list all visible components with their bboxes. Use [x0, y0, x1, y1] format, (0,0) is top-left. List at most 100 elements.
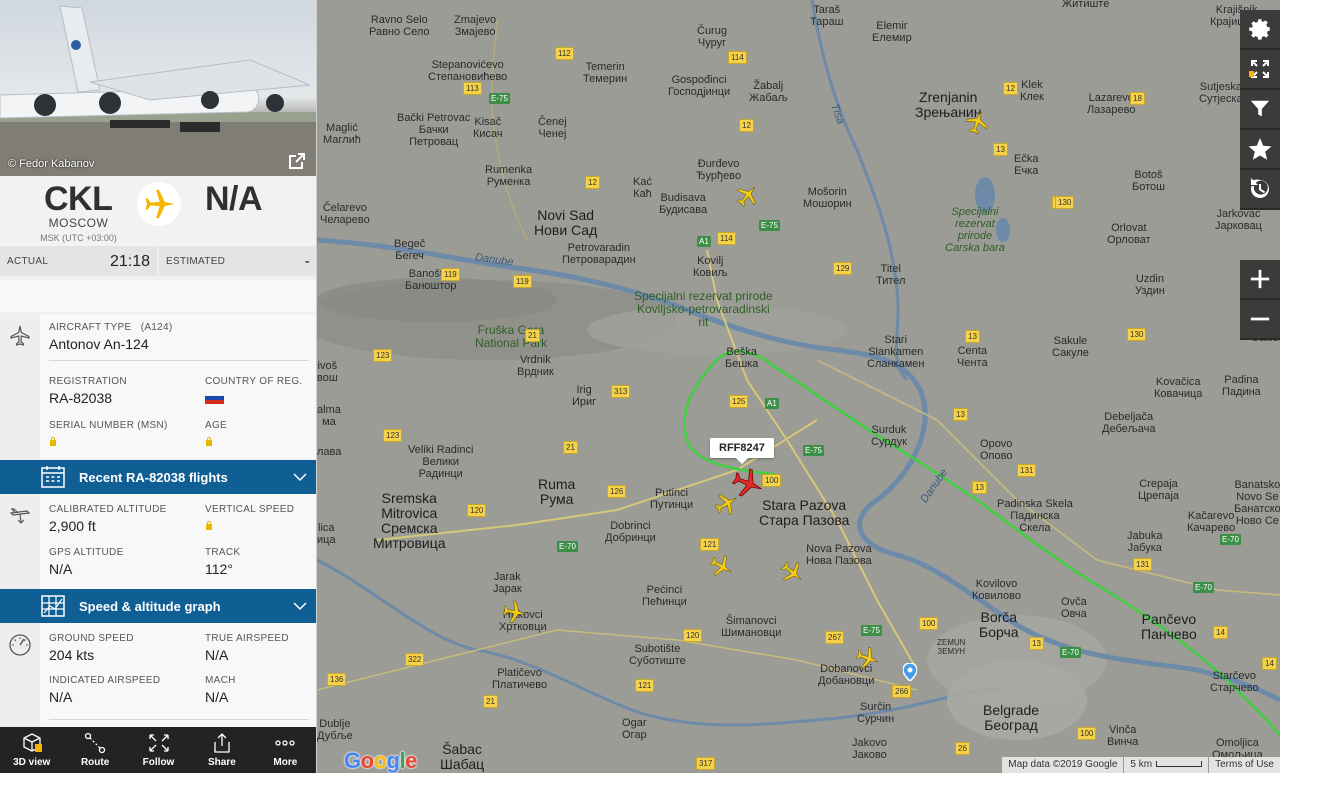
estimated-time-cell: ESTIMATED - — [159, 246, 316, 276]
chevron-down-icon — [293, 473, 307, 482]
place-label: Ogar Огар — [622, 717, 647, 741]
more-label: More — [273, 757, 298, 768]
lock-icon[interactable] — [205, 436, 213, 446]
share-button[interactable]: Share — [190, 727, 253, 773]
serial-field: SERIAL NUMBER (MSN) — [49, 420, 168, 451]
calibrated-altitude-field: CALIBRATED ALTITUDE 2,900 ft — [49, 504, 167, 534]
place-label: Čelarevo Челарево — [320, 202, 370, 226]
road-shield: 120 — [467, 504, 487, 517]
follow-icon — [148, 734, 169, 752]
place-label: Kovilovo Ковилово — [972, 578, 1022, 602]
place-label: Kisač Кисач — [473, 116, 503, 140]
map-scale: 5 km — [1124, 757, 1209, 773]
road-shield: 13 — [965, 330, 980, 343]
park-label: Specijalni rezervat prirode Carska bara — [945, 206, 1005, 254]
takeoff-icon — [9, 508, 31, 524]
road-shield: 131 — [1017, 464, 1037, 477]
playback-button[interactable] — [1240, 170, 1280, 210]
place-label: Vinča Винча — [1107, 724, 1139, 748]
road-shield: 21 — [483, 695, 498, 708]
place-label: Jabuka Јабука — [1127, 530, 1163, 554]
place-label: Centa Чента — [957, 345, 988, 369]
airplane-icon — [145, 189, 175, 219]
country-label: COUNTRY OF REG. — [205, 376, 303, 387]
place-label: Kovilj Ковиљ — [693, 255, 728, 279]
road-shield: A1 — [697, 236, 711, 247]
place-label: Budisava Будисава — [659, 192, 708, 216]
expand-icon — [1249, 60, 1269, 78]
road-shield: 21 — [525, 329, 540, 342]
recent-flights-toggle[interactable]: Recent RA-82038 flights — [0, 460, 316, 494]
place-label: Klek Клек — [1020, 79, 1044, 103]
road-shield: 266 — [892, 685, 912, 698]
road-shield: 14 — [1213, 626, 1228, 639]
speedometer-icon — [9, 634, 31, 656]
terms-of-use-link[interactable]: Terms of Use — [1209, 757, 1280, 773]
road-shield: 113 — [463, 82, 482, 95]
place-label: Surčin Сурчин — [857, 701, 895, 725]
place-label: Ravno Selo Равно Село — [369, 14, 430, 38]
road-shield: 267 — [825, 631, 845, 644]
calendar-icon — [41, 466, 65, 488]
filter-button[interactable] — [1240, 90, 1280, 130]
zoom-out-button[interactable] — [1240, 300, 1280, 340]
place-label: Elemir Елемир — [872, 20, 912, 44]
place-label: Veliki Radinci Велики Радинци — [408, 444, 474, 480]
place-label: Padina Падина — [1222, 374, 1261, 398]
place-label: Opovo Опово — [980, 438, 1013, 462]
indicated-airspeed-label: INDICATED AIRSPEED — [49, 675, 161, 686]
road-shield: 123 — [373, 349, 393, 362]
lock-icon[interactable] — [49, 436, 57, 446]
location-pin-icon[interactable] — [903, 663, 917, 681]
road-shield: 126 — [607, 485, 627, 498]
favorites-button[interactable] — [1240, 130, 1280, 170]
zoom-in-button[interactable] — [1240, 260, 1280, 300]
place-label: Ečka Ечка — [1014, 153, 1039, 177]
3d-view-button[interactable]: 3D view — [0, 727, 63, 773]
road-shield: 125 — [729, 395, 749, 408]
road-shield: 14 — [1262, 657, 1277, 670]
lock-icon[interactable] — [205, 520, 213, 530]
more-icon — [275, 740, 295, 746]
place-label: Čenej Ченеј — [538, 116, 567, 140]
aircraft-photo[interactable]: © Fedor Kabanov — [0, 0, 316, 176]
place-label: Belgrade Београд — [983, 702, 1040, 733]
destination-code: N/A — [205, 180, 263, 218]
aircraft-icon[interactable] — [499, 597, 529, 627]
origin-timezone: MSK (UTC +03:00) — [40, 233, 117, 243]
road-shield: 13 — [993, 143, 1008, 156]
chevron-down-icon — [293, 602, 307, 611]
gear-icon — [1249, 19, 1270, 40]
place-label: Temerin Темерин — [583, 61, 628, 85]
road-shield: E-75 — [759, 220, 780, 231]
section-gutter — [0, 494, 40, 589]
panel-spacer — [0, 280, 316, 312]
place-label: Borča Борча — [979, 609, 1019, 640]
estimated-value: - — [304, 253, 310, 270]
place-label: Stari Slankamen Сланкамен — [867, 334, 925, 370]
open-external-icon[interactable] — [287, 151, 307, 171]
section-gutter — [0, 623, 40, 727]
settings-button[interactable] — [1240, 10, 1280, 50]
place-label: Sremska Mitrovica Сремска Митровица — [373, 490, 446, 551]
origin-code: CKL — [44, 180, 113, 218]
origin-city: MOSCOW — [48, 216, 109, 230]
more-button[interactable]: More — [254, 727, 316, 773]
road-shield: 120 — [683, 629, 703, 642]
aircraft-callsign-label[interactable]: RFF8247 — [710, 438, 774, 464]
indicated-airspeed-field: INDICATED AIRSPEED N/A — [49, 675, 160, 705]
speed-altitude-graph-toggle[interactable]: Speed & altitude graph — [0, 589, 316, 623]
history-icon — [1250, 178, 1269, 198]
photo-credit: © Fedor Kabanov — [8, 158, 95, 170]
route-button[interactable]: Route — [63, 727, 126, 773]
map[interactable]: Ravno Selo Равно Село Zmajevo Змајево Čuru… — [317, 0, 1280, 773]
star-icon — [1248, 138, 1272, 160]
place-label: Putinci Путинци — [650, 487, 694, 511]
place-label: alma ма — [317, 404, 341, 428]
fullscreen-button[interactable] — [1240, 50, 1280, 90]
section-gutter — [0, 314, 40, 459]
follow-button[interactable]: Follow — [127, 727, 190, 773]
registration-label: REGISTRATION — [49, 376, 127, 387]
place-label: Kać Каћ — [633, 176, 652, 200]
road-shield: E-75 — [861, 625, 882, 636]
